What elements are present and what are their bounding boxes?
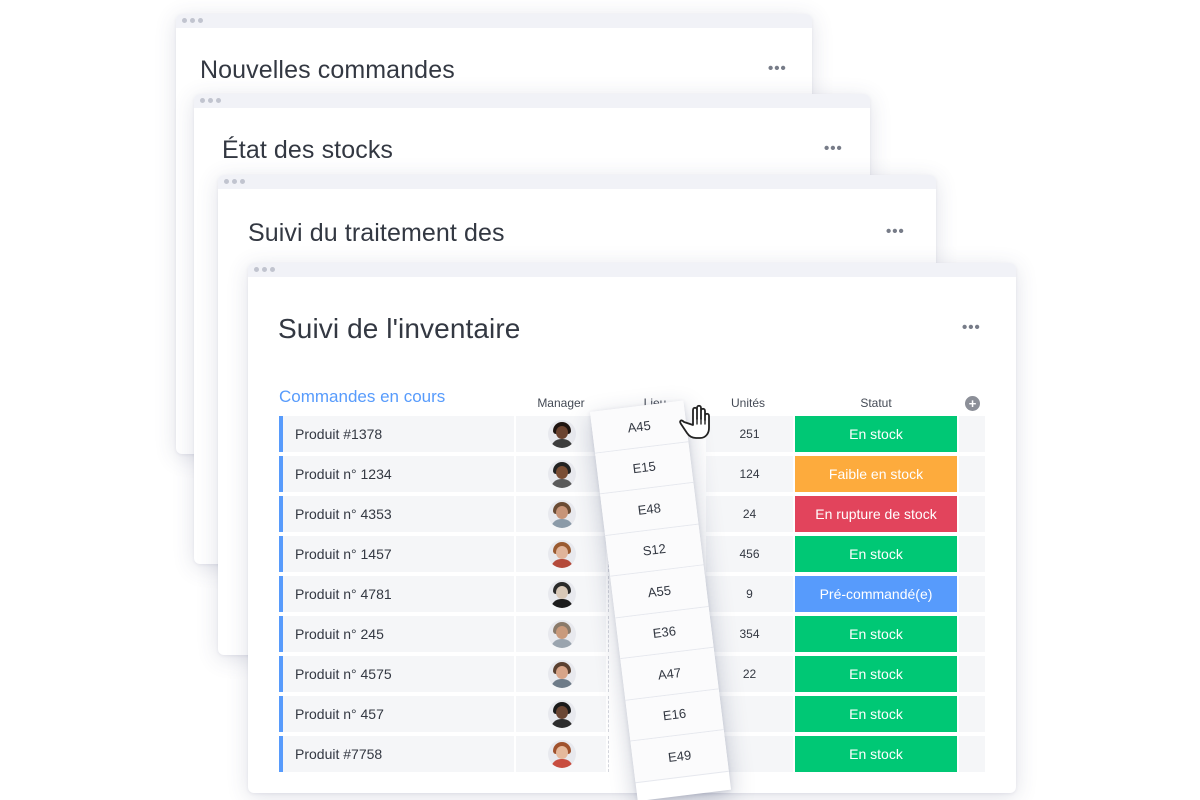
units-cell[interactable]: 354 [706,616,793,652]
manager-cell[interactable] [516,456,606,492]
avatar[interactable] [548,700,576,728]
avatar[interactable] [548,580,576,608]
row-end-cell [959,496,985,532]
window-titlebar [218,175,936,189]
item-name: Produit #1378 [295,426,383,442]
window-titlebar [194,94,870,108]
status-badge[interactable]: En stock [795,416,957,452]
manager-cell[interactable] [516,736,606,772]
column-header-status[interactable]: Statut [836,396,916,410]
row-end-cell [959,696,985,732]
avatar[interactable] [548,420,576,448]
group-title[interactable]: Commandes en cours [279,387,445,407]
units-cell[interactable]: 24 [706,496,793,532]
row-end-cell [959,536,985,572]
item-name-cell[interactable]: Produit n° 4781 [279,576,514,612]
item-name-cell[interactable]: Produit n° 245 [279,616,514,652]
avatar[interactable] [548,540,576,568]
status-badge[interactable]: En stock [795,536,957,572]
status-badge[interactable]: En stock [795,616,957,652]
item-name: Produit n° 457 [295,706,384,722]
board-title: Suivi de l'inventaire [278,313,521,344]
window-titlebar [248,263,1016,277]
item-name-cell[interactable]: Produit #7758 [279,736,514,772]
window-dots-icon [182,18,203,23]
row-end-cell [959,416,985,452]
item-name-cell[interactable]: Produit n° 1234 [279,456,514,492]
item-name: Produit n° 245 [295,626,384,642]
manager-cell[interactable] [516,656,606,692]
avatar[interactable] [548,620,576,648]
row-end-cell [959,656,985,692]
status-badge[interactable]: En stock [795,656,957,692]
plus-circle-icon[interactable]: + [965,396,980,411]
row-end-cell [959,576,985,612]
manager-cell[interactable] [516,576,606,612]
board-title: État des stocks [222,136,394,164]
avatar[interactable] [548,460,576,488]
row-end-cell [959,616,985,652]
grab-hand-icon [679,404,710,439]
manager-cell[interactable] [516,536,606,572]
more-dots-icon[interactable]: ••• [768,60,787,77]
more-dots-icon[interactable]: ••• [824,140,843,157]
window-titlebar [176,14,812,28]
more-dots-icon[interactable]: ••• [962,319,981,336]
item-name-cell[interactable]: Produit n° 4575 [279,656,514,692]
avatar[interactable] [548,740,576,768]
item-name-cell[interactable]: Produit n° 1457 [279,536,514,572]
avatar[interactable] [548,500,576,528]
window-dots-icon [224,179,245,184]
item-name-cell[interactable]: Produit #1378 [279,416,514,452]
units-cell[interactable]: 251 [706,416,793,452]
column-header-units[interactable]: Unités [718,396,778,410]
window-dots-icon [200,98,221,103]
avatar[interactable] [548,660,576,688]
status-badge[interactable]: Pré-commandé(e) [795,576,957,612]
item-name: Produit n° 1457 [295,546,392,562]
item-name: Produit #7758 [295,746,383,762]
more-dots-icon[interactable]: ••• [886,223,905,240]
units-cell[interactable]: 456 [706,536,793,572]
status-badge[interactable]: En stock [795,696,957,732]
manager-cell[interactable] [516,496,606,532]
row-end-cell [959,736,985,772]
manager-cell[interactable] [516,616,606,652]
board-title: Suivi du traitement des [248,219,505,247]
item-name: Produit n° 1234 [295,466,392,482]
item-name: Produit n° 4781 [295,586,392,602]
item-name-cell[interactable]: Produit n° 457 [279,696,514,732]
units-cell[interactable]: 124 [706,456,793,492]
status-badge[interactable]: En stock [795,736,957,772]
status-badge[interactable]: En rupture de stock [795,496,957,532]
item-name: Produit n° 4353 [295,506,392,522]
item-name: Produit n° 4575 [295,666,392,682]
row-end-cell [959,456,985,492]
units-cell[interactable]: 9 [706,576,793,612]
window-dots-icon [254,267,275,272]
column-header-manager[interactable]: Manager [531,396,591,410]
status-badge[interactable]: Faible en stock [795,456,957,492]
board-title: Nouvelles commandes [200,56,455,84]
item-name-cell[interactable]: Produit n° 4353 [279,496,514,532]
manager-cell[interactable] [516,696,606,732]
units-cell[interactable]: 22 [706,656,793,692]
